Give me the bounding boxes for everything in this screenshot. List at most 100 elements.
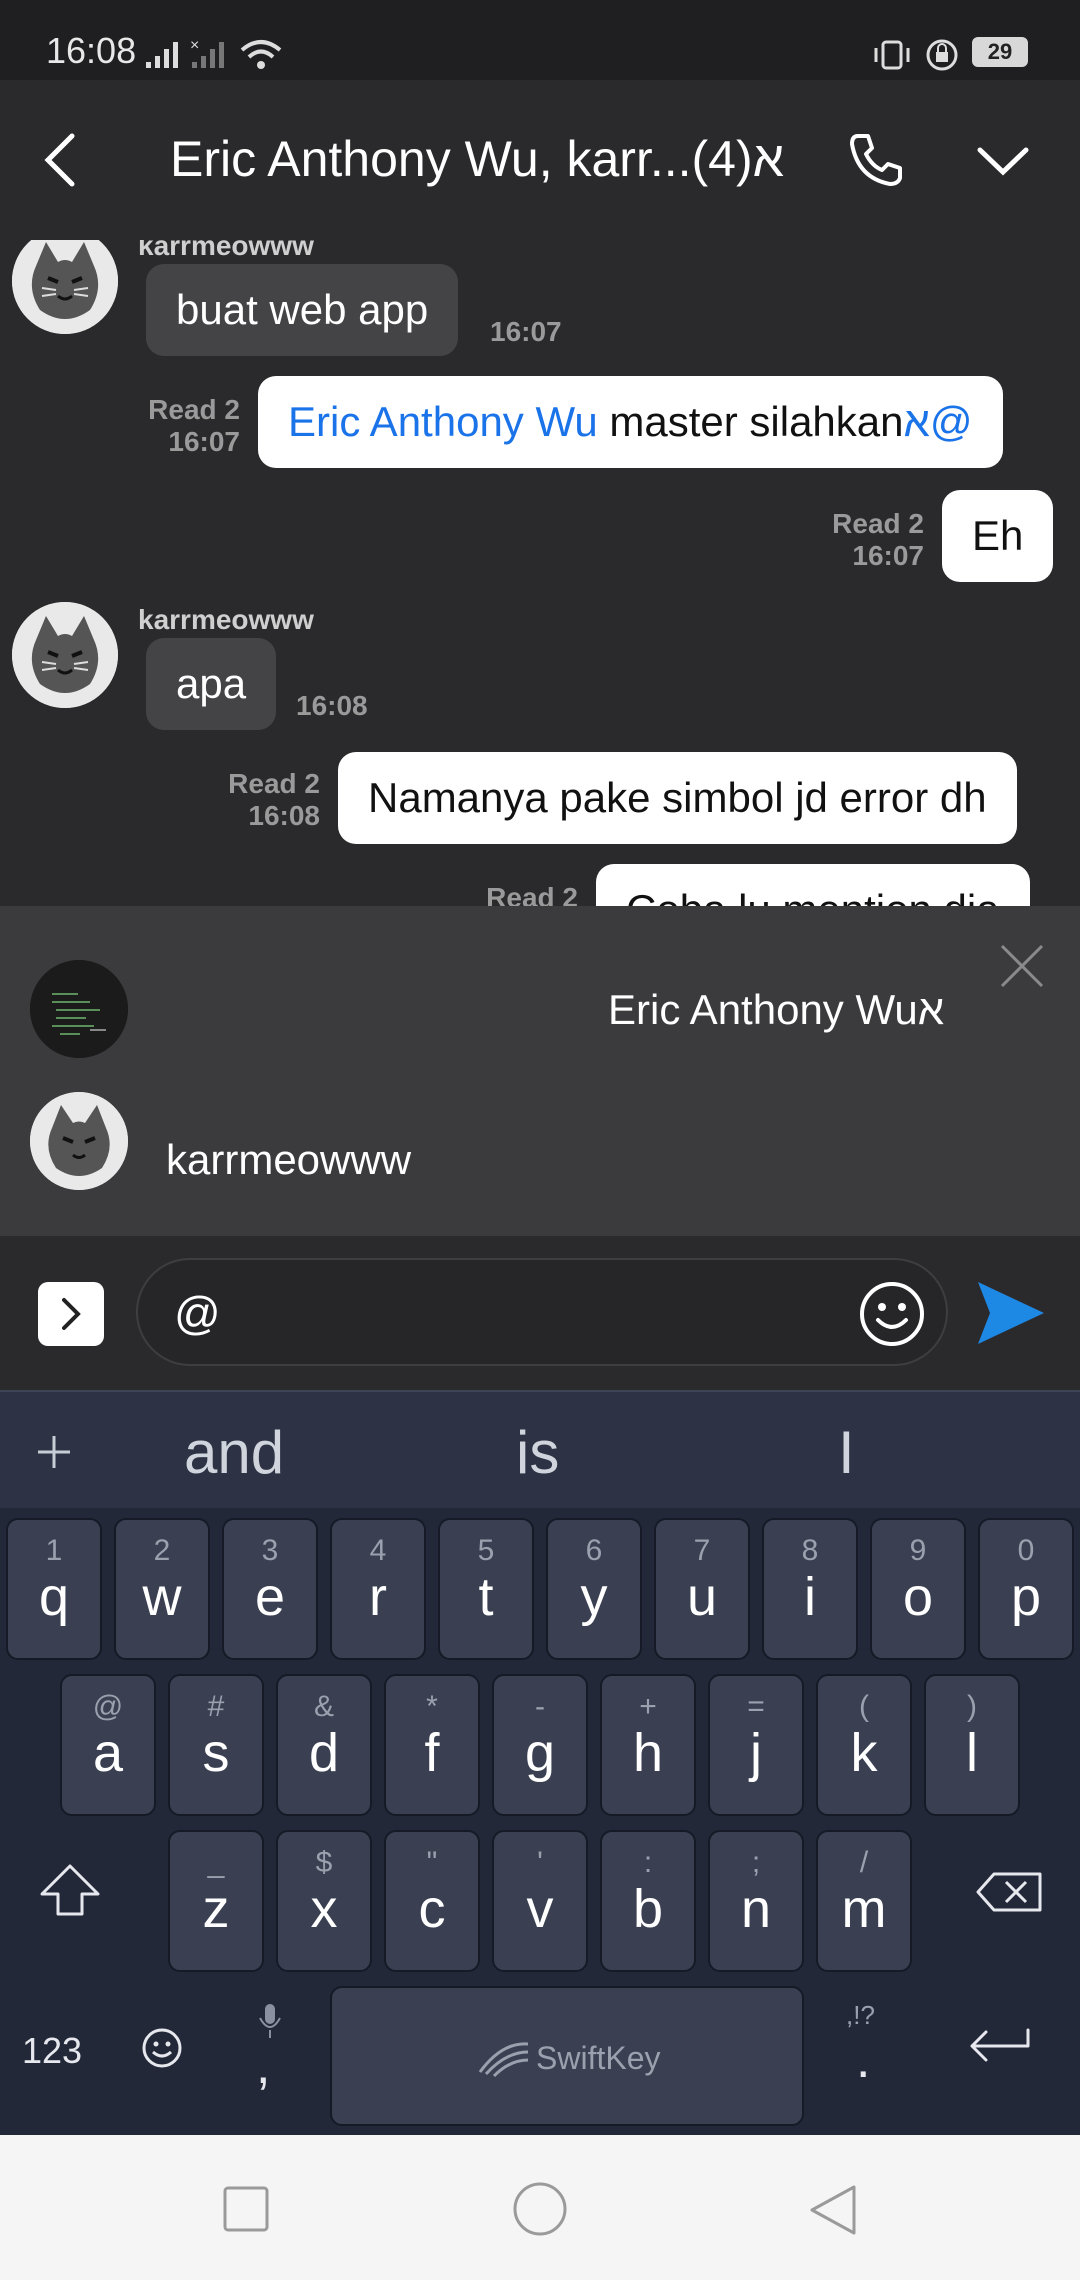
shift-icon[interactable] (38, 1862, 102, 1918)
key-e[interactable]: 3e (222, 1518, 318, 1660)
key-r[interactable]: 4r (330, 1518, 426, 1660)
key-u[interactable]: 7u (654, 1518, 750, 1660)
key-g[interactable]: -g (492, 1674, 588, 1816)
back-arrow-icon[interactable] (40, 132, 80, 188)
key-letter: w (142, 1567, 182, 1627)
enter-icon[interactable] (964, 2026, 1034, 2070)
key-y[interactable]: 6y (546, 1518, 642, 1660)
mention-suffix: א@ (903, 398, 973, 445)
mention-link[interactable]: Eric Anthony Wu (288, 398, 598, 445)
message-bubble[interactable]: Coba lu mention dia (596, 864, 1030, 906)
key-letter: y (580, 1567, 608, 1627)
phone-call-icon[interactable] (848, 132, 904, 188)
key-letter: m (841, 1879, 887, 1939)
key-hint: : (643, 1846, 653, 1879)
key-hint: 7 (693, 1534, 711, 1567)
chat-title[interactable]: Eric Anthony Wu, karr...א(4) (170, 130, 784, 188)
key-letter: f (424, 1723, 440, 1783)
back-icon[interactable] (808, 2183, 858, 2237)
key-l[interactable]: ) l (924, 1674, 1020, 1816)
avatar (30, 1092, 128, 1190)
key-x[interactable]: $ x (276, 1830, 372, 1972)
key-a[interactable]: @ a (60, 1674, 156, 1816)
mention-name: karrmeowww (166, 1136, 412, 1183)
key-hint: 5 (477, 1534, 495, 1567)
key-letter: k (850, 1723, 878, 1783)
message-time: 16:08 (248, 800, 320, 831)
mention-suggestion-item[interactable] (0, 1080, 1080, 1230)
key-h[interactable]: + h (600, 1674, 696, 1816)
key-m[interactable]: / m (816, 1830, 912, 1972)
key-t[interactable]: 5t (438, 1518, 534, 1660)
recents-icon[interactable] (222, 2185, 270, 2233)
key-c[interactable]: " c (384, 1830, 480, 1972)
key-hint: - (535, 1690, 545, 1723)
key-j[interactable]: = j (708, 1674, 804, 1816)
key-d[interactable]: & d (276, 1674, 372, 1816)
message-bubble[interactable]: Eric Anthony Wu master silahkanא@ (258, 376, 1003, 468)
home-icon[interactable] (512, 2181, 568, 2237)
message-bubble[interactable]: apa (146, 638, 277, 730)
suggestion-word[interactable]: and (184, 1418, 284, 1487)
key-q[interactable]: 1q (6, 1518, 102, 1660)
cat-avatar-icon (12, 602, 118, 708)
comma-key[interactable]: , (256, 2036, 270, 2096)
key-letter: g (524, 1723, 556, 1783)
message-bubble[interactable]: buat web app (146, 264, 459, 356)
vibrate-icon (874, 40, 910, 70)
signal-icon: × (146, 37, 224, 68)
key-k[interactable]: (k (816, 1674, 912, 1816)
key-letter: j (750, 1723, 762, 1783)
key-v[interactable]: ' v (492, 1830, 588, 1972)
cat-avatar-icon (12, 240, 118, 334)
message-time: 16:07 (490, 316, 562, 347)
key-f[interactable]: * f (384, 1674, 480, 1816)
key-z[interactable]: _ z (168, 1830, 264, 1972)
key-hint: 3 (261, 1534, 279, 1567)
chevron-down-icon[interactable] (976, 144, 1030, 178)
cat-avatar-icon (30, 1092, 128, 1190)
read-receipt: Read 2 16:08 (216, 768, 320, 832)
message-bubble[interactable]: Namanya pake simbol jd error dh (338, 752, 1017, 844)
code-avatar-icon (30, 960, 128, 1058)
key-letter: q (38, 1567, 70, 1627)
avatar[interactable] (12, 240, 118, 334)
message-list[interactable]: karrmeowww buat web app 16:07 Read 2 16:… (0, 240, 1080, 906)
numbers-key[interactable]: 123 (22, 2030, 82, 2072)
suggestion-word[interactable]: is (516, 1418, 559, 1487)
key-i[interactable]: 8i (762, 1518, 858, 1660)
emoji-icon[interactable] (858, 1280, 926, 1348)
backspace-icon[interactable] (974, 1870, 1044, 1914)
period-hint: ,!? (846, 2000, 875, 2030)
key-letter: c (418, 1879, 446, 1939)
key-w[interactable]: 2w (114, 1518, 210, 1660)
space-key[interactable]: SwiftKey (330, 1986, 804, 2126)
message-time: 16:07 (168, 426, 240, 457)
message-bubble[interactable]: Eh (942, 490, 1054, 582)
key-b[interactable]: :b (600, 1830, 696, 1972)
message-time: 16:08 (296, 690, 368, 721)
message-input[interactable] (172, 1278, 856, 1348)
send-icon[interactable] (976, 1280, 1046, 1346)
key-n[interactable]: ; n (708, 1830, 804, 1972)
key-hint: * (426, 1690, 438, 1723)
key-o[interactable]: 9o (870, 1518, 966, 1660)
avatar[interactable] (12, 602, 118, 708)
key-p[interactable]: 0p (978, 1518, 1074, 1660)
rotation-lock-icon (926, 39, 958, 71)
key-letter: r (369, 1567, 387, 1627)
message-sender: karrmeowww (138, 240, 314, 261)
plus-icon[interactable] (34, 1432, 74, 1472)
key-s[interactable]: # s (168, 1674, 264, 1816)
emoji-key-icon[interactable] (140, 2026, 184, 2070)
key-letter: s (202, 1723, 230, 1783)
key-hint: 4 (369, 1534, 387, 1567)
period-key[interactable]: . (856, 2030, 870, 2090)
expand-menu-button[interactable] (38, 1282, 104, 1346)
key-letter: i (804, 1567, 816, 1627)
key-hint: 2 (153, 1534, 171, 1567)
message-input-field[interactable] (136, 1258, 948, 1366)
read-receipt: Read 2 16:07 (136, 394, 240, 458)
suggestion-word[interactable]: I (838, 1418, 855, 1487)
key-letter: l (966, 1723, 978, 1783)
